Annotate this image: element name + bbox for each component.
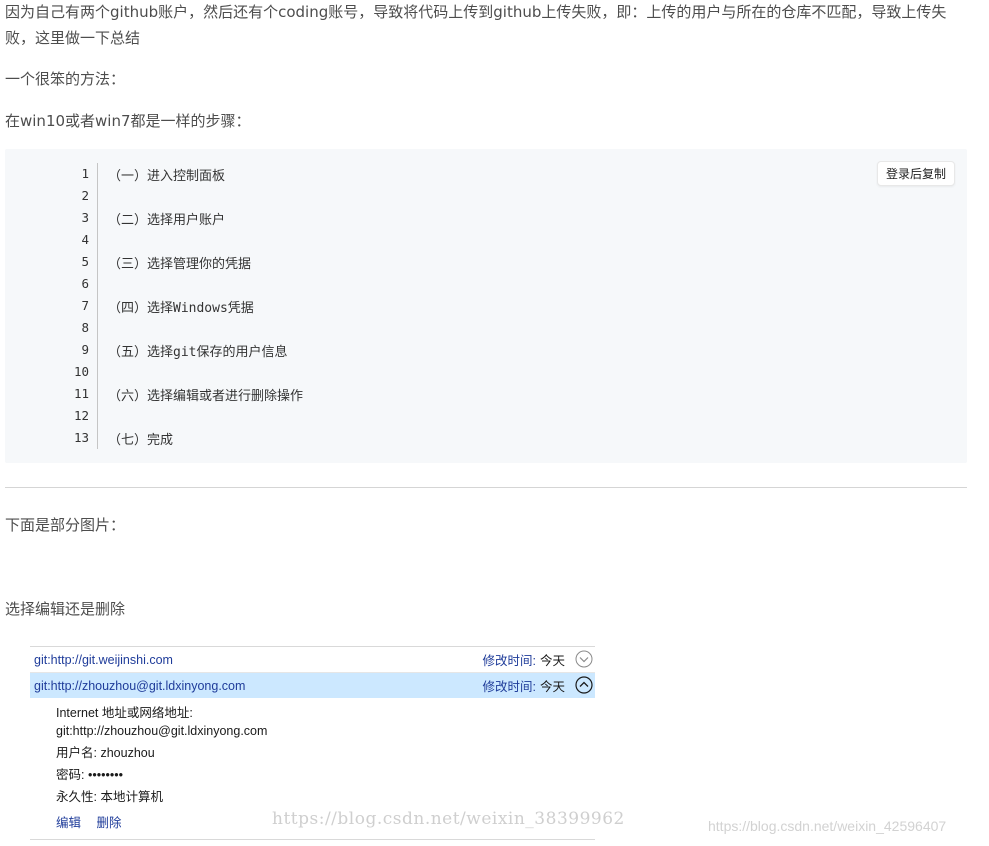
line-number: 1 [65, 163, 98, 185]
persistence-label: 永久性: [56, 790, 97, 804]
code-lines: 1 （一）进入控制面板 2 3 （二）选择用户账户 4 5 （三）选择管理你的凭据 6 7 （四）选… [65, 163, 925, 449]
watermark-url: https://blog.csdn.net/weixin_38399962 [272, 809, 625, 829]
password-line: 密码: •••••••• [56, 766, 595, 784]
persistence-value: 本地计算机 [100, 790, 163, 804]
code-line: 10 [65, 361, 925, 383]
code-line: 3 （二）选择用户账户 [65, 207, 925, 229]
line-text: （五）选择git保存的用户信息 [108, 344, 288, 360]
code-line: 12 [65, 405, 925, 427]
line-number: 6 [65, 273, 98, 295]
code-line: 13 （七）完成 [65, 427, 925, 449]
credential-name: git:http://git.weijinshi.com [34, 652, 173, 667]
code-line: 4 [65, 229, 925, 251]
watermark-url: https://blog.csdn.net/weixin_42596407 [708, 818, 947, 834]
code-line: 2 [65, 185, 925, 207]
line-text: （一）进入控制面板 [108, 168, 226, 184]
line-text: （四）选择Windows凭据 [108, 300, 254, 316]
credential-row-weijinshi[interactable]: git:http://git.weijinshi.com 修改时间: 今天 [30, 647, 595, 673]
password-value: •••••••• [87, 768, 123, 782]
address-label: Internet 地址或网络地址: [56, 706, 193, 720]
password-label: 密码: [56, 768, 85, 782]
line-text: （二）选择用户账户 [108, 212, 226, 228]
code-line: 6 [65, 273, 925, 295]
username-label: 用户名: [56, 746, 97, 760]
copy-button[interactable]: 登录后复制 [876, 161, 955, 186]
method-heading: 一个很笨的方法： [5, 70, 126, 88]
modified-info: 修改时间: 今天 [483, 650, 566, 669]
code-line: 11 （六）选择编辑或者进行删除操作 [65, 383, 925, 405]
line-number: 10 [65, 361, 98, 383]
line-number: 11 [65, 383, 98, 405]
line-text: （三）选择管理你的凭据 [108, 256, 252, 272]
code-line: 9 （五）选择git保存的用户信息 [65, 339, 925, 361]
edit-link[interactable]: 编辑 [56, 816, 81, 830]
line-number: 7 [65, 295, 98, 317]
code-line: 7 （四）选择Windows凭据 [65, 295, 925, 317]
credential-name: git:http://zhouzhou@git.ldxinyong.com [34, 678, 246, 693]
divider [5, 487, 967, 488]
images-note: 下面是部分图片： [5, 516, 126, 534]
intro-paragraph: 因为自己有两个github账户，然后还有个coding账号，导致将代码上传到gi… [5, 3, 947, 47]
line-number: 13 [65, 427, 98, 449]
delete-link[interactable]: 删除 [97, 816, 122, 830]
chevron-up-icon[interactable] [575, 676, 593, 694]
address-value: git:http://zhouzhou@git.ldxinyong.com [56, 724, 268, 738]
modified-value: 今天 [539, 654, 565, 668]
code-line: 8 [65, 317, 925, 339]
line-text: （七）完成 [108, 432, 174, 448]
line-number: 9 [65, 339, 98, 361]
line-number: 5 [65, 251, 98, 273]
line-number: 8 [65, 317, 98, 339]
line-number: 12 [65, 405, 98, 427]
username-line: 用户名: zhouzhou [56, 744, 595, 762]
code-line: 5 （三）选择管理你的凭据 [65, 251, 925, 273]
modified-label: 修改时间: [482, 654, 536, 668]
select-note: 选择编辑还是删除 [5, 600, 126, 618]
persistence-line: 永久性: 本地计算机 [56, 788, 595, 806]
line-number: 4 [65, 229, 98, 251]
username-value: zhouzhou [100, 746, 155, 760]
modified-info: 修改时间: 今天 [483, 676, 566, 695]
code-line: 1 （一）进入控制面板 [65, 163, 925, 185]
modified-value: 今天 [539, 680, 565, 694]
steps-heading: 在win10或者win7都是一样的步骤： [5, 112, 251, 130]
modified-label: 修改时间: [482, 680, 536, 694]
code-block: 1 （一）进入控制面板 2 3 （二）选择用户账户 4 5 （三）选择管理你的凭据 6 7 （四）选… [5, 149, 967, 463]
credential-row-ldxinyong[interactable]: git:http://zhouzhou@git.ldxinyong.com 修改… [30, 673, 595, 698]
line-number: 2 [65, 185, 98, 207]
line-text: （六）选择编辑或者进行删除操作 [108, 388, 304, 404]
line-number: 3 [65, 207, 98, 229]
chevron-down-icon[interactable] [575, 650, 593, 668]
